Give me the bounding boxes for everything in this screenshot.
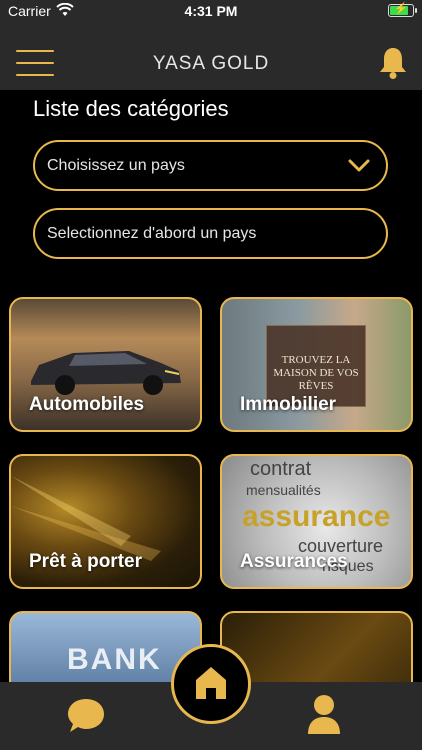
status-time: 4:31 PM [184,3,238,19]
chat-button[interactable] [66,697,106,740]
home-icon [196,667,226,699]
profile-icon [308,695,340,734]
bell-icon [380,48,406,79]
category-label: Automobiles [29,394,145,415]
chat-icon [68,699,104,732]
category-card-automobiles[interactable]: Automobiles [9,297,202,432]
category-card-assurances[interactable]: contrat mensualités assurance couverture… [220,454,413,589]
battery-icon: ⚡ [388,3,417,17]
secondary-select[interactable]: Selectionnez d'abord un pays [33,208,388,259]
country-select-placeholder: Choisissez un pays [47,157,185,174]
bank-sign-text: BANK [67,643,162,676]
category-card-immobilier[interactable]: TROUVEZ LA MAISON DE VOS RÊVES Immobilie… [220,297,413,432]
secondary-select-placeholder: Selectionnez d'abord un pays [47,225,257,242]
country-select[interactable]: Choisissez un pays [33,140,388,191]
page-title: Liste des catégories [33,96,229,121]
app-header: YASA GOLD [0,22,422,90]
chevron-down-icon [348,159,370,172]
category-label: Immobilier [240,394,337,415]
real-estate-sign-text: TROUVEZ LA MAISON DE VOS RÊVES [273,354,359,392]
category-card-pret-a-porter[interactable]: Prêt à porter [9,454,202,589]
profile-button[interactable] [306,694,342,741]
car-image [31,351,181,395]
status-bar: Carrier 4:31 PM ⚡ [0,0,422,22]
home-button[interactable] [171,644,251,724]
notifications-button[interactable] [378,46,408,80]
assurance-word: assurance [242,500,391,533]
assurance-word: contrat [250,458,312,480]
category-label: Assurances [240,551,348,572]
assurance-word: mensualités [246,482,321,498]
category-label: Prêt à porter [29,551,142,572]
app-title: YASA GOLD [152,53,270,74]
